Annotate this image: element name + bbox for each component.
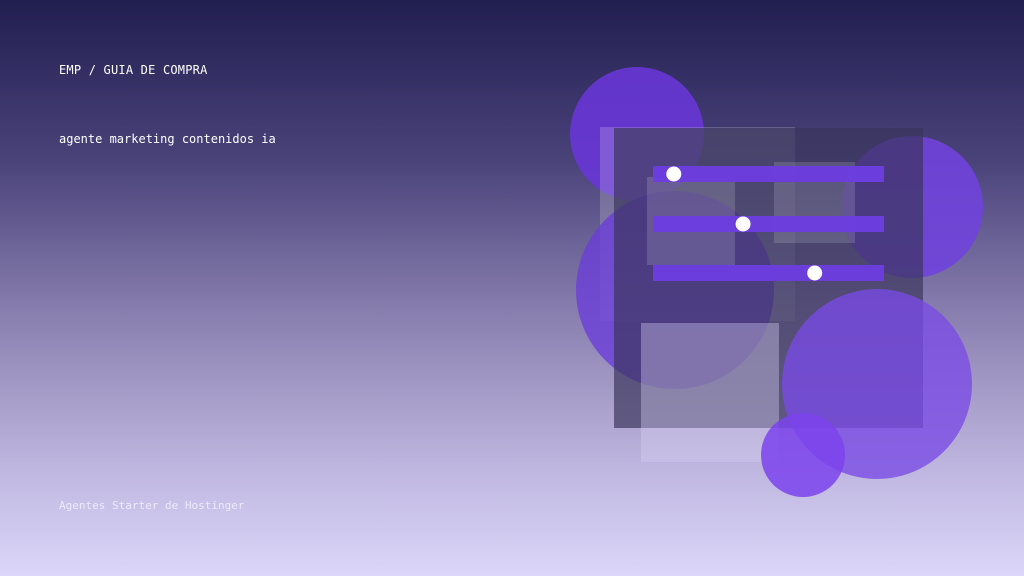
slider-knob-2 [735,216,751,232]
slider-track-2 [653,216,884,232]
decor-bottom-rect [641,323,779,462]
decor-circle-small [761,413,845,497]
decorative-illustration [570,67,983,497]
slider-knob-1 [666,166,682,182]
slider-track-3 [653,265,884,281]
slider-knob-3 [807,265,823,281]
slider-track-1 [653,166,884,182]
